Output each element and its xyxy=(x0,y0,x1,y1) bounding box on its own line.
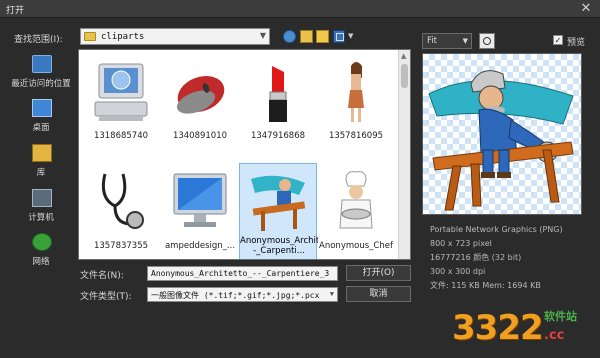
file-item[interactable]: 1357837355 xyxy=(82,163,160,259)
place-label: 计算机 xyxy=(28,213,54,223)
info-size: 文件: 115 KB Mem: 1694 KB xyxy=(430,281,541,290)
file-name: 1340891010 xyxy=(172,131,228,141)
filetype-select[interactable]: 一般图像文件 (*.tif;*.gif;*.jpg;*.pcx ▼ xyxy=(147,287,338,302)
file-name: 1318685740 xyxy=(93,131,149,141)
filetype-value: 一般图像文件 (*.tif;*.gif;*.jpg;*.pcx xyxy=(151,291,320,300)
fit-select[interactable]: Fit ▼ xyxy=(422,33,472,49)
new-folder-icon[interactable] xyxy=(316,30,329,43)
place-label: 桌面 xyxy=(32,123,50,133)
info-dpi: 300 x 300 dpi xyxy=(430,267,486,276)
file-list-scrollbar[interactable]: ▲ xyxy=(398,50,410,259)
watermark-site: 软件站 xyxy=(544,310,577,323)
file-name: 1347916868 xyxy=(250,131,306,141)
file-name: Anonymous_Chef xyxy=(319,241,393,251)
network-icon xyxy=(32,233,52,251)
open-button[interactable]: 打开(O) xyxy=(346,265,411,281)
preview-toolbar: Fit ▼ ✓ 预览 xyxy=(422,33,592,51)
place-library[interactable]: 库 xyxy=(6,144,76,188)
file-name: 1357837355 xyxy=(93,241,149,251)
place-computer[interactable]: 计算机 xyxy=(6,189,76,233)
stethoscope-clipart-thumbnail xyxy=(101,173,144,229)
watermark-digits: 3322 xyxy=(452,308,544,348)
desktop-icon xyxy=(32,99,52,117)
chef-clipart-thumbnail xyxy=(339,171,373,229)
fit-value: Fit xyxy=(427,36,437,46)
file-item-selected[interactable]: Anonymous_Architetto_--_Carpenti... xyxy=(239,163,318,259)
carpenter-clipart-thumbnail xyxy=(251,175,306,231)
chevron-down-icon[interactable]: ▼ xyxy=(260,31,266,40)
lookin-combo[interactable]: cliparts ▼ xyxy=(80,28,270,45)
computer-clipart-thumbnail xyxy=(94,63,148,121)
info-format: Portable Network Graphics (PNG) xyxy=(430,225,563,234)
lookin-value: cliparts xyxy=(101,32,145,42)
info-dimensions: 800 x 723 pixel xyxy=(430,239,492,248)
file-name: 1357816095 xyxy=(328,131,384,141)
mouse-clipart-thumbnail xyxy=(176,76,225,114)
file-name: Anonymous_Architetto_--_Carpenti... xyxy=(240,236,318,256)
file-info: Portable Network Graphics (PNG) 800 x 72… xyxy=(430,223,595,293)
woman-clipart-thumbnail xyxy=(348,62,364,122)
filetype-label: 文件类型(T): xyxy=(80,292,132,302)
monitor-clipart-thumbnail xyxy=(173,173,227,227)
computer-icon xyxy=(32,189,52,207)
preview-image xyxy=(422,53,582,215)
view-menu-chevron-icon[interactable]: ▼ xyxy=(348,32,353,40)
filename-label: 文件名(N): xyxy=(80,271,124,281)
scroll-up-icon[interactable]: ▲ xyxy=(401,52,406,60)
lookin-label: 查找范围(I): xyxy=(14,35,63,45)
recent-places-icon xyxy=(32,55,52,73)
lipstick-clipart-thumbnail xyxy=(269,66,287,122)
library-icon xyxy=(32,144,52,162)
site-watermark-logo: 3322 软件站 .cc xyxy=(452,300,600,358)
place-label: 最近访问的位置 xyxy=(11,79,71,89)
file-item[interactable]: 1340891010 xyxy=(161,53,239,153)
watermark-domain: .cc xyxy=(544,328,565,343)
preview-label: 预览 xyxy=(567,38,586,48)
carpenter-preview-image xyxy=(428,70,574,211)
up-folder-icon[interactable] xyxy=(300,30,313,43)
close-icon[interactable]: ✕ xyxy=(578,1,594,16)
preview-checkbox[interactable]: ✓ xyxy=(553,35,563,45)
file-item[interactable]: 1318685740 xyxy=(82,53,160,153)
info-colors: 16777216 颜色 (32 bit) xyxy=(430,253,522,262)
place-desktop[interactable]: 桌面 xyxy=(6,99,76,143)
place-recent[interactable]: 最近访问的位置 xyxy=(6,55,76,99)
file-list[interactable]: 1318685740 1340891010 1347916868 1357816… xyxy=(78,49,411,260)
file-item[interactable]: Anonymous_Chef xyxy=(317,163,395,259)
places-bar: 最近访问的位置 桌面 库 计算机 网络 xyxy=(6,55,76,280)
place-label: 库 xyxy=(36,168,46,178)
chevron-down-icon[interactable]: ▼ xyxy=(330,290,334,298)
place-label: 网络 xyxy=(32,257,50,267)
folder-icon xyxy=(84,32,96,41)
filename-field[interactable]: Anonymous_Architetto_--_Carpentiere_3 xyxy=(147,266,338,281)
window-title: 打开 xyxy=(6,6,25,16)
file-item[interactable]: 1357816095 xyxy=(317,53,395,153)
file-item[interactable]: ampeddesign_... xyxy=(161,163,239,259)
title-bar: 打开 ✕ xyxy=(0,0,600,18)
view-menu-icon[interactable] xyxy=(333,30,345,43)
file-name: ampeddesign_... xyxy=(164,241,236,251)
file-item[interactable]: 1347916868 xyxy=(239,53,317,153)
cancel-button[interactable]: 取消 xyxy=(346,286,411,302)
place-network[interactable]: 网络 xyxy=(6,233,76,277)
scrollbar-thumb[interactable] xyxy=(401,64,408,88)
chevron-down-icon[interactable]: ▼ xyxy=(463,37,468,45)
zoom-icon[interactable] xyxy=(479,33,495,49)
back-icon[interactable] xyxy=(283,30,296,43)
